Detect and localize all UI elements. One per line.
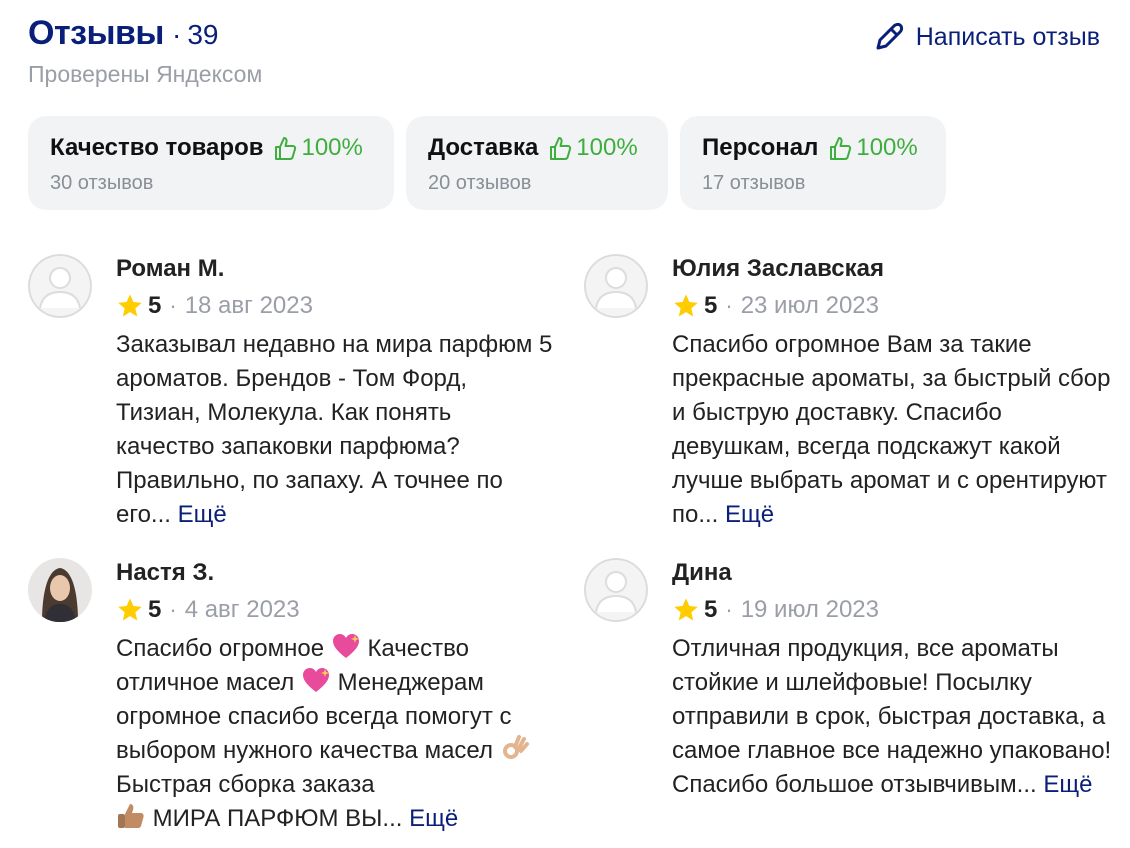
star-icon <box>674 598 698 621</box>
user-placeholder-icon <box>584 254 648 318</box>
rating-value: 5 <box>704 292 718 319</box>
category-name: Персонал <box>702 134 819 161</box>
review-text-part: Спасибо огромное <box>116 635 325 662</box>
verified-note: Проверены Яндексом <box>28 61 263 87</box>
category-review-count: 20 отзывов <box>428 172 532 194</box>
star-icon <box>118 598 142 621</box>
review-text: Отличная продукция, все ароматы стойкие … <box>672 632 1112 802</box>
more-link[interactable]: Ещё <box>409 805 458 832</box>
review-text: Спасибо огромное Вам за такие прекрасные… <box>672 328 1112 532</box>
category-name: Доставка <box>428 134 539 161</box>
reviewer-name[interactable]: Дина <box>672 558 1112 588</box>
avatar[interactable] <box>584 254 648 318</box>
pencil-icon <box>876 22 903 50</box>
sparkling-heart-icon <box>332 634 359 658</box>
aspect-categories: Качество товаров 100% 30 отзывов Доставк… <box>28 116 946 210</box>
write-review-label: Написать отзыв <box>915 22 1100 51</box>
category-percent: 100% <box>301 134 363 161</box>
rating-value: 5 <box>704 596 718 623</box>
category-review-count: 17 отзывов <box>702 172 806 194</box>
reviewer-name[interactable]: Настя З. <box>116 558 556 588</box>
reviews-count: 39 <box>187 19 219 50</box>
more-link[interactable]: Ещё <box>725 501 774 528</box>
category-quality[interactable]: Качество товаров 100% 30 отзывов <box>28 116 394 210</box>
review-text: Заказывал недавно на мира парфюм 5 арома… <box>116 328 556 532</box>
avatar[interactable] <box>28 558 92 622</box>
review-date: 23 июл 2023 <box>740 292 879 319</box>
write-review-button[interactable]: Написать отзыв <box>872 20 1100 54</box>
meta-separator: · <box>169 597 177 622</box>
user-photo-icon <box>28 558 92 622</box>
user-placeholder-icon <box>584 558 648 622</box>
category-percent: 100% <box>576 134 638 161</box>
rating-value: 5 <box>148 292 162 319</box>
meta-separator: · <box>169 293 177 318</box>
star-icon <box>674 294 698 317</box>
reviewer-name[interactable]: Роман М. <box>116 254 556 284</box>
more-link[interactable]: Ещё <box>178 501 227 528</box>
review-text-part: Быстрая сборка заказа <box>116 771 375 798</box>
reviews-header: Отзывы · 39 Проверены Яндексом <box>28 14 262 88</box>
review-text-content: Спасибо огромное Вам за такие прекрасные… <box>672 331 1111 528</box>
category-name: Качество товаров <box>50 134 264 161</box>
more-link[interactable]: Ещё <box>1043 771 1092 798</box>
thumbs-up-emoji-icon <box>118 804 144 828</box>
category-delivery[interactable]: Доставка 100% 20 отзывов <box>406 116 668 210</box>
review-date: 18 авг 2023 <box>184 292 313 319</box>
category-percent: 100% <box>856 134 918 161</box>
category-staff[interactable]: Персонал 100% 17 отзывов <box>680 116 946 210</box>
avatar[interactable] <box>28 254 92 318</box>
meta-separator: · <box>725 597 733 622</box>
category-review-count: 30 отзывов <box>50 172 154 194</box>
meta-separator: · <box>725 293 733 318</box>
thumbs-up-icon <box>275 137 297 160</box>
review-text-content: Заказывал недавно на мира парфюм 5 арома… <box>116 331 553 528</box>
user-placeholder-icon <box>28 254 92 318</box>
star-icon <box>118 294 142 317</box>
thumbs-up-icon <box>830 137 852 160</box>
avatar[interactable] <box>584 558 648 622</box>
review-text: Спасибо огромное Качество отличное масел… <box>116 632 556 836</box>
page-title[interactable]: Отзывы <box>28 14 164 53</box>
review-date: 4 авг 2023 <box>184 596 300 623</box>
rating-value: 5 <box>148 596 162 623</box>
title-separator: · <box>171 19 182 50</box>
ok-hand-icon <box>502 735 529 759</box>
sparkling-heart-icon <box>302 668 329 692</box>
review-text-part: МИРА ПАРФЮМ ВЫ... <box>152 805 403 832</box>
review-date: 19 июл 2023 <box>740 596 879 623</box>
thumbs-up-icon <box>550 137 572 160</box>
reviewer-name[interactable]: Юлия Заславская <box>672 254 1112 284</box>
